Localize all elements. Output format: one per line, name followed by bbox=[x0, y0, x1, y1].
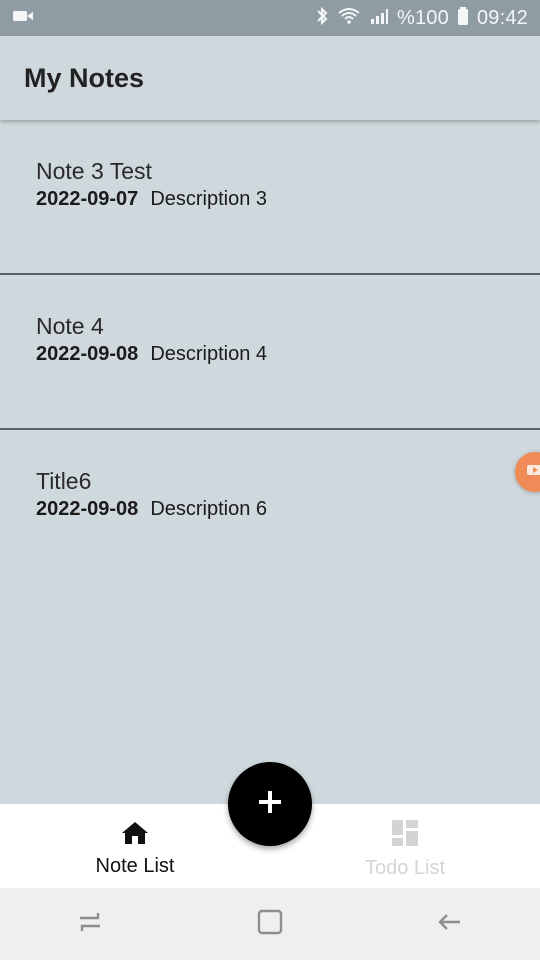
note-item[interactable]: Title6 2022-09-08 Description 6 bbox=[0, 430, 540, 585]
battery-percentage: %100 bbox=[396, 6, 449, 29]
tab-label: Todo List bbox=[364, 857, 446, 879]
note-description: Description 3 bbox=[150, 188, 268, 210]
note-description: Description 4 bbox=[150, 343, 268, 365]
system-navigation-bar bbox=[0, 888, 540, 960]
note-date: 2022-09-08 bbox=[36, 343, 139, 365]
notes-list: Note 3 Test 2022-09-07 Description 3 Not… bbox=[0, 120, 540, 585]
note-item[interactable]: Note 3 Test 2022-09-07 Description 3 bbox=[0, 120, 540, 275]
video-camera-icon bbox=[12, 9, 34, 28]
note-title: Note 4 bbox=[36, 313, 104, 339]
bluetooth-icon bbox=[315, 6, 329, 31]
recent-apps-icon bbox=[76, 908, 104, 941]
home-button[interactable] bbox=[240, 894, 300, 954]
status-time: 09:42 bbox=[476, 6, 528, 29]
plus-icon bbox=[257, 789, 283, 820]
wifi-icon bbox=[337, 7, 361, 30]
tab-todo-list[interactable]: Todo List bbox=[270, 804, 540, 888]
dashboard-icon bbox=[390, 818, 420, 853]
square-icon bbox=[256, 908, 284, 941]
home-icon bbox=[120, 820, 150, 851]
back-button[interactable] bbox=[420, 894, 480, 954]
page-title: My Notes bbox=[24, 62, 145, 93]
status-right: %100 09:42 bbox=[315, 6, 528, 31]
note-meta: 2022-09-08 Description 6 bbox=[36, 498, 504, 521]
note-date: 2022-09-07 bbox=[36, 188, 139, 210]
note-item[interactable]: Note 4 2022-09-08 Description 4 bbox=[0, 275, 540, 430]
note-meta: 2022-09-07 Description 3 bbox=[36, 188, 504, 211]
recent-apps-button[interactable] bbox=[60, 894, 120, 954]
status-left bbox=[12, 9, 34, 28]
video-icon bbox=[526, 463, 540, 482]
battery-icon bbox=[457, 6, 469, 31]
note-description: Description 6 bbox=[150, 498, 268, 520]
note-title: Title6 bbox=[36, 468, 92, 494]
note-meta: 2022-09-08 Description 4 bbox=[36, 343, 504, 366]
back-arrow-icon bbox=[436, 908, 464, 941]
tab-label: Note List bbox=[95, 855, 175, 877]
add-note-button[interactable] bbox=[228, 762, 312, 846]
note-title: Note 3 Test bbox=[36, 158, 152, 184]
signal-icon bbox=[369, 7, 389, 30]
app-bar: My Notes bbox=[0, 36, 540, 120]
note-date: 2022-09-08 bbox=[36, 498, 139, 520]
status-bar: %100 09:42 bbox=[0, 0, 540, 36]
